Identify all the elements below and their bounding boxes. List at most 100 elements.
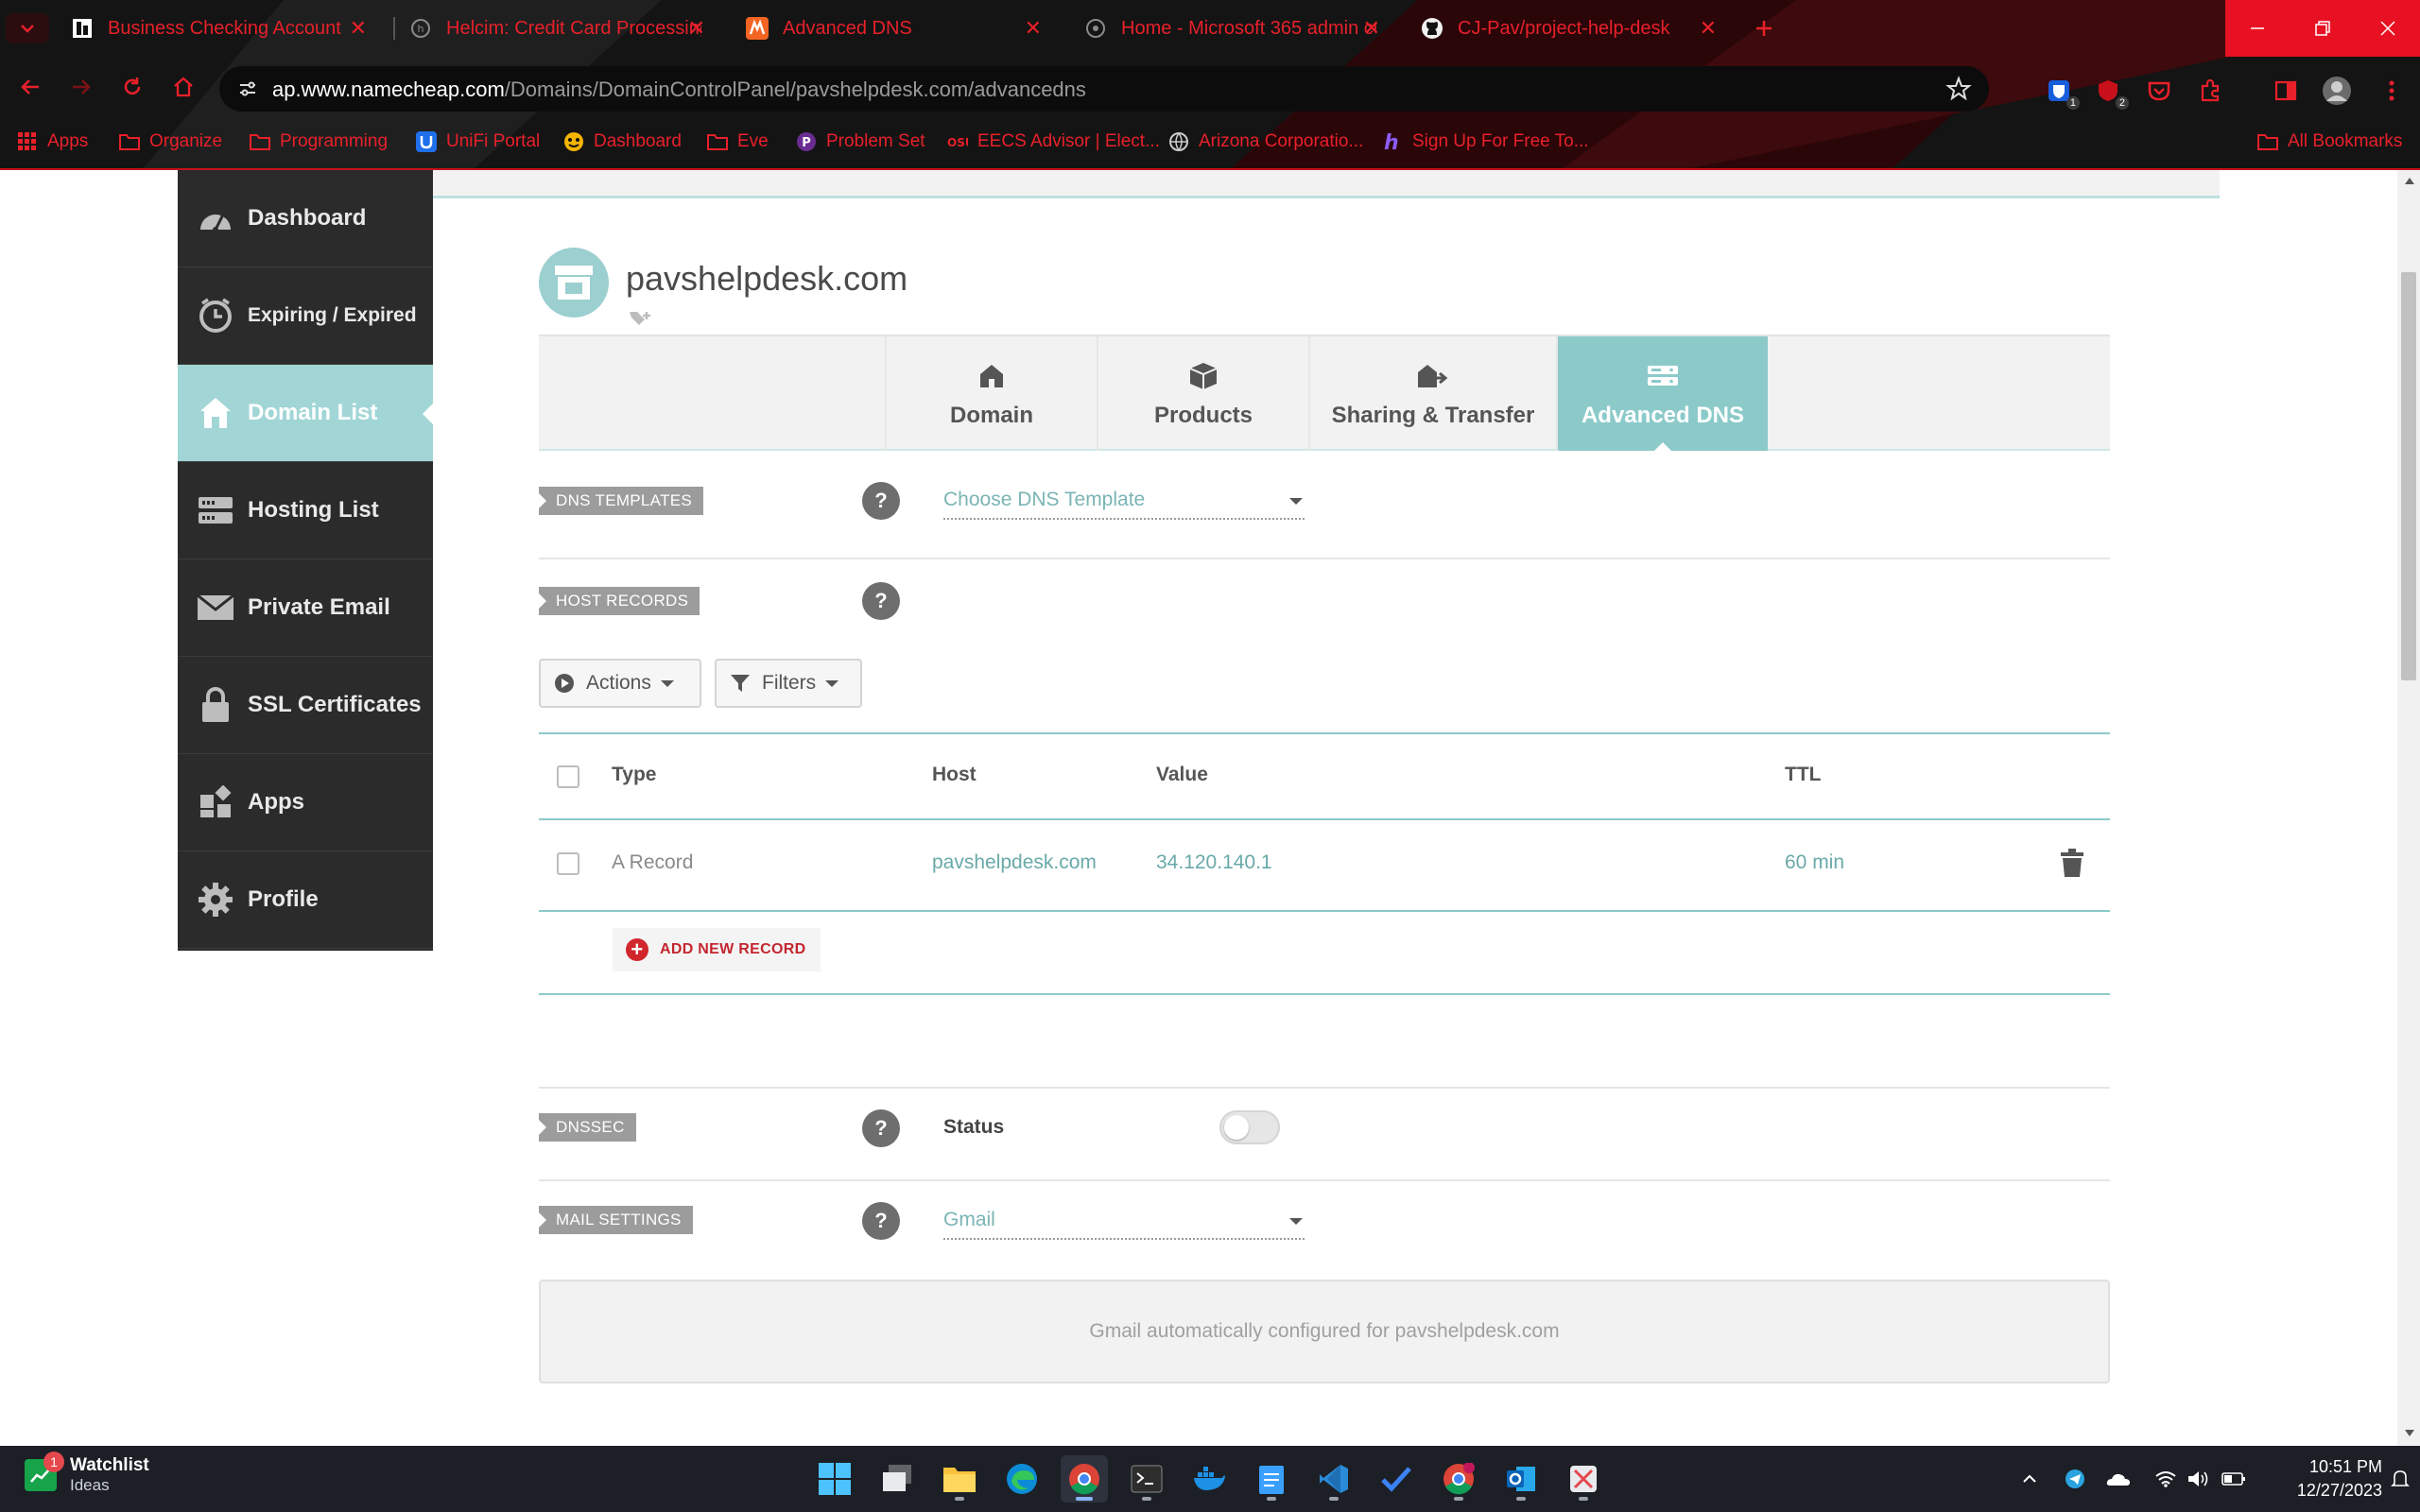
- scroll-up-arrow-icon[interactable]: [2405, 178, 2414, 184]
- bookmark-dashboard[interactable]: Dashboard: [563, 127, 682, 157]
- record-value[interactable]: 34.120.140.1: [1156, 851, 1272, 874]
- extensions-puzzle-icon[interactable]: [2195, 76, 2225, 106]
- select-all-checkbox[interactable]: [557, 765, 579, 788]
- trash-icon[interactable]: [2061, 849, 2083, 877]
- telegram-tray-icon[interactable]: [2063, 1467, 2087, 1491]
- add-tag-icon[interactable]: [628, 308, 652, 327]
- add-new-record-button[interactable]: + ADD NEW RECORD: [613, 928, 821, 971]
- bank-favicon: [70, 16, 95, 41]
- record-ttl[interactable]: 60 min: [1785, 851, 1844, 874]
- wifi-icon[interactable]: [2153, 1467, 2178, 1491]
- windows-taskbar: 1 Watchlist Ideas 10:51 PM 12/27/2023: [0, 1446, 2420, 1512]
- bookmark-problem-set[interactable]: P Problem Set: [796, 127, 925, 157]
- chrome-app[interactable]: [1061, 1455, 1108, 1503]
- bookmark-eve[interactable]: Eve: [707, 127, 769, 157]
- extension-shield-icon[interactable]: 2: [2093, 76, 2129, 110]
- mail-settings-help-button[interactable]: ?: [862, 1202, 900, 1240]
- reload-button[interactable]: [115, 70, 149, 104]
- scroll-thumb[interactable]: [2401, 272, 2416, 680]
- row-checkbox[interactable]: [557, 852, 579, 875]
- tab-sharing-transfer[interactable]: Sharing & Transfer: [1308, 336, 1556, 451]
- page-scrollbar[interactable]: [2397, 170, 2420, 1446]
- restore-button[interactable]: [2290, 0, 2356, 57]
- bitwarden-extension-icon[interactable]: 1: [2044, 76, 2080, 110]
- forward-button[interactable]: [64, 70, 98, 104]
- bookmark-star-icon[interactable]: [1945, 76, 1972, 102]
- arrow-left-icon: [21, 79, 39, 94]
- dnssec-help-button[interactable]: ?: [862, 1109, 900, 1147]
- close-icon[interactable]: ✕: [1700, 16, 1717, 41]
- filters-button[interactable]: Filters: [715, 659, 862, 708]
- terminal-app[interactable]: [1123, 1455, 1170, 1503]
- sidebar-item-profile[interactable]: Profile: [178, 851, 433, 949]
- side-panel-icon[interactable]: [2271, 76, 2301, 106]
- scroll-down-arrow-icon[interactable]: [2405, 1430, 2414, 1436]
- minimize-button[interactable]: [2225, 0, 2290, 57]
- address-bar[interactable]: ap.www.namecheap.com/Domains/DomainContr…: [219, 66, 1989, 112]
- watchlist-widget[interactable]: 1 Watchlist Ideas: [25, 1452, 149, 1495]
- record-host[interactable]: pavshelpdesk.com: [932, 851, 1097, 874]
- todo-app[interactable]: [1373, 1455, 1420, 1503]
- new-tab-button[interactable]: [1747, 13, 1781, 43]
- site-settings-icon[interactable]: [234, 76, 261, 102]
- dns-templates-help-button[interactable]: ?: [862, 482, 900, 520]
- bookmark-arizona-corporation[interactable]: Arizona Corporatio...: [1168, 127, 1363, 157]
- actions-button[interactable]: Actions: [539, 659, 701, 708]
- notifications-icon[interactable]: [2388, 1467, 2412, 1491]
- close-icon[interactable]: ✕: [1363, 16, 1380, 41]
- tab-advanced-dns[interactable]: Advanced DNS: [1556, 336, 1768, 452]
- sidebar-item-label: Profile: [248, 886, 319, 912]
- task-view-button[interactable]: [873, 1455, 921, 1503]
- tab-products[interactable]: Products: [1097, 336, 1308, 451]
- host-records-help-button[interactable]: ?: [862, 582, 900, 620]
- sidebar-item-hosting-list[interactable]: Hosting List: [178, 462, 433, 559]
- dns-template-select[interactable]: Choose DNS Template: [943, 482, 1305, 520]
- sidebar-item-domain-list[interactable]: Domain List: [178, 365, 434, 462]
- close-icon[interactable]: ✕: [1025, 16, 1042, 41]
- browser-tab-active[interactable]: Advanced DNS ✕: [718, 4, 1059, 53]
- bookmark-eecs-advisor[interactable]: OSU EECS Advisor | Elect...: [947, 127, 1160, 157]
- browser-tab[interactable]: h Helcim: Credit Card Processing ✕: [382, 4, 722, 53]
- stock-chart-icon: 1: [25, 1452, 64, 1491]
- bookmark-sign-up[interactable]: h Sign Up For Free To...: [1382, 127, 1589, 157]
- start-button[interactable]: [811, 1455, 858, 1503]
- sidebar-item-private-email[interactable]: Private Email: [178, 559, 433, 657]
- vscode-app[interactable]: [1310, 1455, 1357, 1503]
- sidebar-item-ssl-certificates[interactable]: SSL Certificates: [178, 657, 433, 754]
- file-explorer-app[interactable]: [936, 1455, 983, 1503]
- bookmark-unifi-portal[interactable]: UniFi Portal: [416, 127, 540, 157]
- onedrive-tray-icon[interactable]: [2106, 1467, 2131, 1491]
- tab-domain[interactable]: Domain: [885, 336, 1097, 451]
- mail-settings-select[interactable]: Gmail: [943, 1202, 1305, 1240]
- bookmark-programming[interactable]: Programming: [250, 127, 388, 157]
- bookmark-organize[interactable]: Organize: [119, 127, 222, 157]
- battery-icon[interactable]: [2221, 1467, 2246, 1491]
- close-window-button[interactable]: [2355, 0, 2420, 57]
- sidebar-item-apps[interactable]: Apps: [178, 754, 433, 851]
- all-bookmarks[interactable]: All Bookmarks: [2257, 127, 2402, 157]
- docker-app[interactable]: [1185, 1455, 1233, 1503]
- system-clock[interactable]: 10:51 PM 12/27/2023: [2269, 1455, 2382, 1503]
- outlook-app[interactable]: [1497, 1455, 1545, 1503]
- browser-tab[interactable]: Business Checking Account ✕: [43, 4, 384, 53]
- volume-icon[interactable]: [2186, 1467, 2210, 1491]
- close-icon[interactable]: ✕: [688, 16, 705, 41]
- browser-menu-icon[interactable]: [2377, 76, 2407, 106]
- bookmark-apps[interactable]: Apps: [17, 127, 88, 157]
- chrome-profile-app[interactable]: [1435, 1455, 1482, 1503]
- edge-app[interactable]: [998, 1455, 1046, 1503]
- browser-tab[interactable]: Home - Microsoft 365 admin ce ✕: [1057, 4, 1397, 53]
- sidebar-item-expiring[interactable]: Expiring / Expired: [178, 267, 433, 365]
- sidebar-item-dashboard[interactable]: Dashboard: [178, 170, 433, 267]
- pocket-extension-icon[interactable]: [2144, 76, 2174, 106]
- notepad-app[interactable]: [1248, 1455, 1295, 1503]
- home-button[interactable]: [166, 70, 200, 104]
- back-button[interactable]: [13, 70, 47, 104]
- close-icon[interactable]: ✕: [350, 16, 367, 41]
- profile-avatar[interactable]: [2322, 76, 2352, 106]
- tray-overflow-chevron-icon[interactable]: [2017, 1467, 2042, 1491]
- globe-icon: [1168, 131, 1189, 152]
- dnssec-toggle[interactable]: [1219, 1110, 1280, 1144]
- browser-tab[interactable]: CJ-Pav/project-help-desk ✕: [1393, 4, 1734, 53]
- snipping-tool-app[interactable]: [1560, 1455, 1607, 1503]
